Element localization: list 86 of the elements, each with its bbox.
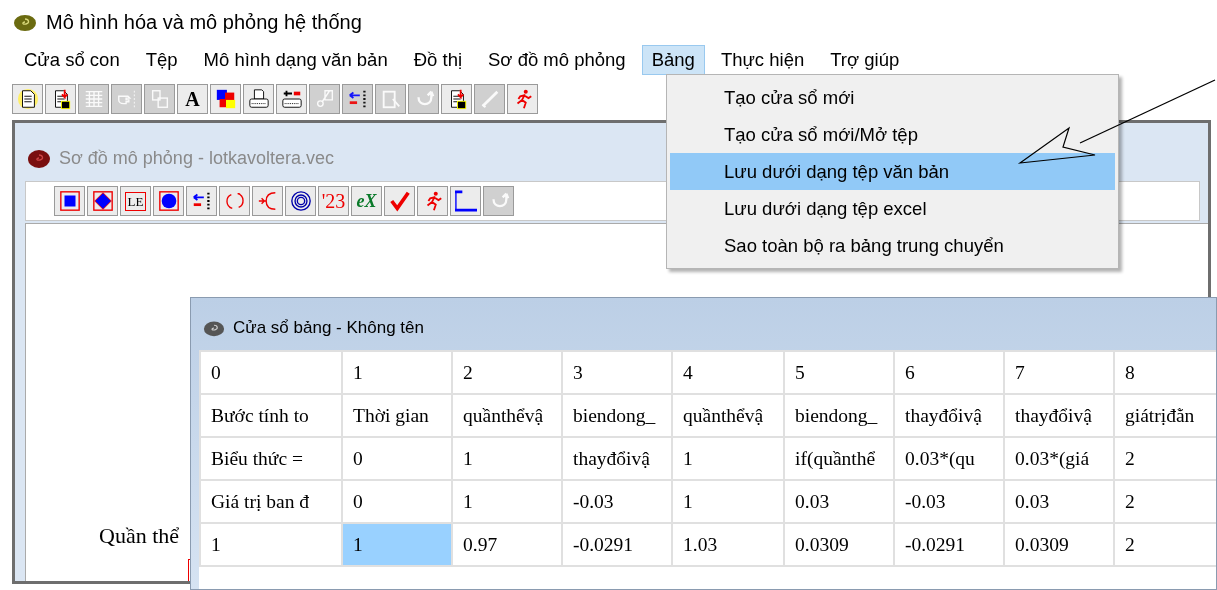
canvas-label: Quần thể [99, 522, 180, 550]
window-title: Mô hình hóa và mô phỏng hệ thống [46, 10, 362, 35]
concentric-circles-icon [289, 190, 312, 212]
menu-item[interactable]: Lưu dưới dạng tệp văn bản [670, 153, 1115, 190]
printer-icon [247, 88, 270, 110]
font-letter: A [185, 89, 200, 109]
menu-item[interactable]: Bảng [641, 45, 705, 75]
table-cell[interactable]: quầnthểvậ [452, 394, 562, 437]
menu-item[interactable]: Sao toàn bộ ra bảng trung chuyển [670, 227, 1115, 264]
toolbar-button[interactable] [54, 186, 85, 216]
toolbar-button[interactable] [12, 84, 43, 114]
table-cell[interactable]: 1 [342, 523, 452, 566]
menu-item[interactable]: Tạo cửa sổ mới [670, 79, 1115, 116]
toolbar-button[interactable] [285, 186, 316, 216]
toolbar-button[interactable] [276, 84, 307, 114]
square-block-icon [58, 190, 81, 212]
table-cell[interactable]: 1.03 [672, 523, 784, 566]
color-squares-icon [214, 88, 237, 110]
printer-setup-icon [280, 88, 303, 110]
table-cell[interactable]: 1 [342, 351, 452, 394]
table-cell[interactable]: -0.0291 [562, 523, 672, 566]
table-cell[interactable]: 6 [894, 351, 1004, 394]
toolbar-button[interactable] [87, 186, 118, 216]
table-cell[interactable]: 0 [342, 437, 452, 480]
cycle-arrows-icon [223, 190, 246, 212]
toolbar-button[interactable]: eX [351, 186, 382, 216]
window-title: Sơ đồ mô phỏng - lotkavoltera.vec [59, 146, 334, 170]
toolbar-button[interactable] [210, 84, 241, 114]
toolbar-button[interactable]: A [177, 84, 208, 114]
line-segments-icon [454, 190, 477, 212]
table-cell[interactable]: 0.97 [452, 523, 562, 566]
table-cell[interactable]: Giá trị ban đ [200, 480, 342, 523]
table-cell[interactable]: 5 [784, 351, 894, 394]
table-cell[interactable]: 0.03*(qu [894, 437, 1004, 480]
table-cell[interactable]: 0.0309 [784, 523, 894, 566]
menu-item[interactable]: Tệp [135, 45, 188, 75]
menu-item[interactable]: Tạo cửa sổ mới/Mở tệp [670, 116, 1115, 153]
table-cell[interactable]: quầnthểvậ [672, 394, 784, 437]
menu-item[interactable]: Thực hiện [710, 45, 815, 75]
toolbar-button[interactable] [441, 84, 472, 114]
table-cell[interactable]: thayđổivậ [894, 394, 1004, 437]
table-cell[interactable]: thayđổivậ [1004, 394, 1114, 437]
table-cell[interactable]: 3 [562, 351, 672, 394]
table-cell[interactable]: 1 [200, 523, 342, 566]
menu-item[interactable]: Mô hình dạng văn bản [193, 45, 398, 75]
table-cell[interactable]: -0.03 [894, 480, 1004, 523]
table-cell[interactable]: 8 [1114, 351, 1216, 394]
table-cell[interactable]: 0 [200, 351, 342, 394]
menu-item[interactable]: Trợ giúp [820, 45, 910, 75]
table-cell[interactable]: 1 [672, 480, 784, 523]
menu-item[interactable]: Sơ đồ mô phỏng [478, 45, 636, 75]
table-cell[interactable]: thayđổivậ [562, 437, 672, 480]
table-cell[interactable]: -0.03 [562, 480, 672, 523]
circle-block-icon [157, 190, 180, 212]
table-cell[interactable]: 2 [452, 351, 562, 394]
table-cell[interactable]: 0.0309 [1004, 523, 1114, 566]
toolbar-button[interactable] [45, 84, 76, 114]
align-arrows-icon [346, 88, 369, 110]
table-cell[interactable]: Biểu thức = [200, 437, 342, 480]
table-cell[interactable]: Bước tính to [200, 394, 342, 437]
table-cell[interactable]: 4 [672, 351, 784, 394]
table-cell[interactable]: 7 [1004, 351, 1114, 394]
table-cell[interactable]: 0.03 [784, 480, 894, 523]
toolbar-button[interactable] [243, 84, 274, 114]
align-arrows-icon [190, 190, 213, 212]
table-cell[interactable]: biendong_ [562, 394, 672, 437]
table-cell[interactable]: 1 [452, 437, 562, 480]
window-title: Cửa sổ bảng - Không tên [233, 317, 424, 340]
table-cell[interactable]: 0.03*(giá [1004, 437, 1114, 480]
table-cell[interactable]: if(quầnthể [784, 437, 894, 480]
toolbar-button[interactable] [153, 186, 184, 216]
table-cell[interactable]: 1 [452, 480, 562, 523]
diamond-block-icon [91, 190, 114, 212]
menu-item[interactable]: Lưu dưới dạng tệp excel [670, 190, 1115, 227]
table-cell[interactable]: Thời gian [342, 394, 452, 437]
table-cell[interactable]: 0.03 [1004, 480, 1114, 523]
table-cell[interactable]: biendong_ [784, 394, 894, 437]
table-cell[interactable]: -0.0291 [894, 523, 1004, 566]
menu-item[interactable]: Đồ thị [403, 45, 473, 75]
menu-item[interactable]: Cửa sổ con [14, 45, 130, 75]
check-mark-icon [388, 190, 411, 212]
toolbar-button[interactable] [186, 186, 217, 216]
toolbar-button[interactable] [450, 186, 481, 216]
document-icon [16, 88, 39, 110]
expression-label: eX [356, 192, 377, 210]
table-cell[interactable]: 1 [672, 437, 784, 480]
